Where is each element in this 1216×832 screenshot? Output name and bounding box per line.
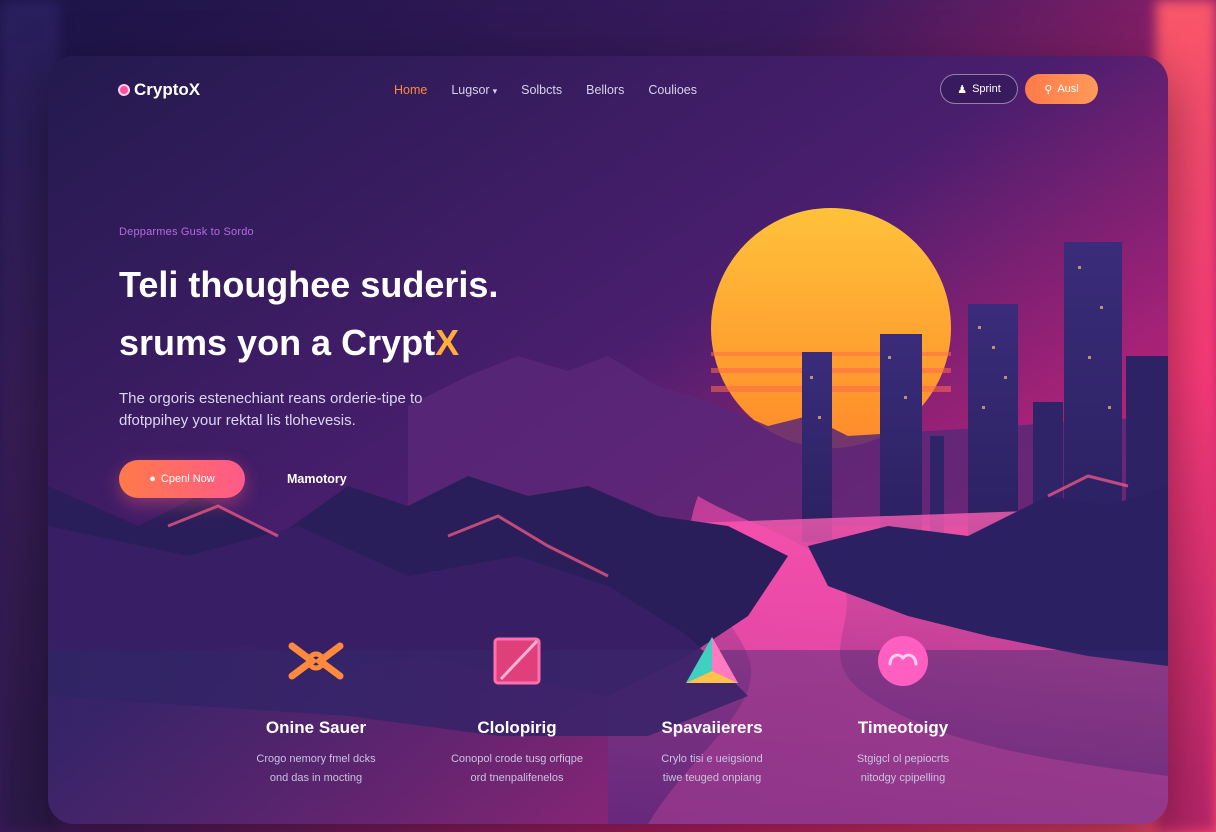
feature-desc-line1: Crylo tisi e ueigsiond (661, 753, 763, 765)
app-window: CryptoX Home Lugsor ▾ Solbcts Bellors Cou… (48, 56, 1168, 824)
feature-desc: Conopol crode tusg orfiqpe ord tnenpalif… (417, 750, 617, 788)
feature-title: Onine Sauer (265, 718, 367, 737)
feature-desc: Crylo tisi e ueigsiond tiwe teuged onpia… (612, 750, 812, 788)
prism-icon (612, 632, 812, 690)
hero-headline-accent: X (435, 322, 460, 363)
feature-title: Spavaiierers (661, 718, 763, 737)
nav-link-lugsor-label: Lugsor (451, 83, 490, 97)
hero-subtitle: The orgoris estenechiant reans orderie-t… (119, 388, 479, 432)
hero-headline-line2-text: srums yon a Crypt (119, 322, 436, 363)
logo-icon (118, 84, 130, 96)
feature-desc-line2: ond das in mocting (269, 772, 363, 784)
feature-card-2[interactable]: Clolopirig Conopol crode tusg orfiqpe or… (417, 632, 617, 788)
feature-desc: Crogo nemory fmel dcks ond das in moctin… (216, 750, 416, 788)
hero-subtitle-line2: dfotppihey your rektal lis tlohevesis. (119, 412, 356, 429)
pin-icon: ⚲ (1044, 83, 1053, 96)
feature-title: Clolopirig (477, 718, 557, 737)
square-slash-icon (417, 632, 617, 690)
ausl-button[interactable]: ⚲ Ausl (1025, 74, 1098, 104)
crossed-arrows-icon (216, 632, 416, 690)
mamotory-link[interactable]: Mamotory (287, 472, 347, 486)
hero-headline-line1: Teli thoughee suderis. (119, 264, 499, 305)
feature-desc-line1: Stgigcl ol pepiocrts (856, 753, 950, 765)
ausl-button-label: Ausl (1057, 83, 1079, 95)
open-now-button[interactable]: ● Cpenl Now (119, 460, 245, 498)
bell-icon: ● (149, 473, 156, 485)
nav-link-coulioes[interactable]: Coulioes (648, 83, 697, 97)
feature-card-3[interactable]: Spavaiierers Crylo tisi e ueigsiond tiwe… (612, 632, 812, 788)
logo-text: CryptoX (134, 80, 201, 99)
feature-title: Timeotoigy (857, 718, 949, 737)
nav-link-lugsor[interactable]: Lugsor ▾ (451, 83, 497, 97)
hero-eyebrow: Depparmes Gusk to Sordo (119, 226, 254, 238)
nav-link-solbcts[interactable]: Solbcts (521, 83, 562, 97)
sprint-button[interactable]: ♟ Sprint (940, 74, 1018, 104)
brand-logo[interactable]: CryptoX (118, 80, 200, 100)
cloud-badge-icon (803, 632, 1003, 690)
nav-link-bellors[interactable]: Bellors (586, 83, 624, 97)
feature-desc-line2: nitodgy cpipelling (860, 772, 946, 784)
feature-desc-line1: Crogo nemory fmel dcks (256, 753, 376, 765)
feature-card-1[interactable]: Onine Sauer Crogo nemory fmel dcks ond d… (216, 632, 416, 788)
nav-link-home[interactable]: Home (394, 83, 427, 97)
feature-desc-line1: Conopol crode tusg orfiqpe (450, 753, 584, 765)
top-navigation: CryptoX Home Lugsor ▾ Solbcts Bellors Cou… (48, 56, 1168, 124)
feature-desc-line2: ord tnenpalifenelos (470, 772, 564, 784)
hero-section: Depparmes Gusk to Sordo Teli thoughee su… (119, 226, 579, 432)
feature-desc: Stgigcl ol pepiocrts nitodgy cpipelling (803, 750, 1003, 788)
nav-links: Home Lugsor ▾ Solbcts Bellors Coulioes (394, 83, 697, 97)
hero-headline: Teli thoughee suderis. srums yon a Crypt… (119, 256, 579, 372)
hero-subtitle-line1: The orgoris estenechiant reans orderie-t… (119, 390, 423, 407)
feature-card-4[interactable]: Timeotoigy Stgigcl ol pepiocrts nitodgy … (803, 632, 1003, 788)
chevron-down-icon: ▾ (492, 86, 498, 96)
hero-headline-line2: srums yon a CryptX (119, 314, 579, 372)
user-icon: ♟ (957, 83, 968, 96)
feature-desc-line2: tiwe teuged onpiang (662, 772, 762, 784)
sprint-button-label: Sprint (972, 83, 1001, 95)
open-now-button-label: Cpenl Now (160, 473, 215, 485)
